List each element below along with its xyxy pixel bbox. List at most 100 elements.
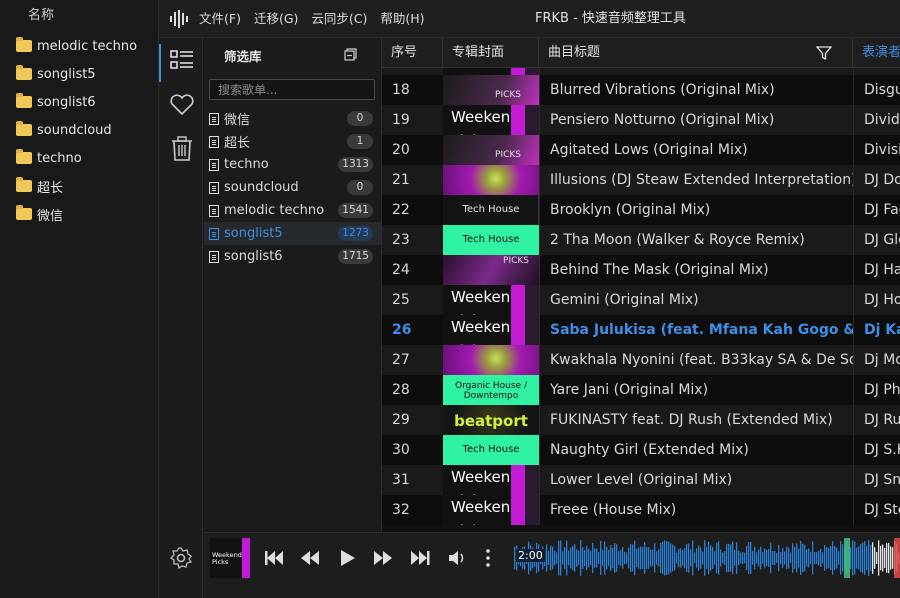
table-row[interactable]: 26 Weekend PicksSaba Julukisa (feat. Mfan… xyxy=(382,315,900,345)
col-header-cover[interactable]: 专辑封面 xyxy=(443,38,539,68)
table-row[interactable]: 22 Tech House Brooklyn (Original Mix) DJ Fa… xyxy=(382,195,900,225)
explorer-folder-item[interactable]: soundcloud xyxy=(0,116,158,144)
explorer-folder-item[interactable]: 超长 xyxy=(0,172,158,200)
waveform-bar xyxy=(708,541,710,575)
volume-icon[interactable] xyxy=(446,547,468,569)
filter-icon[interactable] xyxy=(816,45,832,61)
table-row[interactable]: 30 Tech House Naughty Girl (Extended Mix) D… xyxy=(382,435,900,465)
row-number: 31 xyxy=(392,472,410,488)
table-row[interactable]: 20 PICKS Agitated Lows (Original Mix) Divis… xyxy=(382,135,900,165)
col-header-number[interactable]: 序号 xyxy=(382,38,443,68)
waveform-bar xyxy=(622,547,624,569)
menu-cloud-sync[interactable]: 云同步(C) xyxy=(311,0,367,38)
waveform-bar xyxy=(802,543,804,573)
waveform-bar xyxy=(794,547,796,569)
explorer-folder-item[interactable]: songlist5 xyxy=(0,60,158,88)
waveform-bar xyxy=(730,544,732,572)
col-header-artist[interactable]: 表演者 xyxy=(853,38,900,68)
waveform-bar xyxy=(714,551,716,565)
waveform-bar xyxy=(744,552,746,564)
file-explorer-panel: 名称 melodic techno songlist5 songlist6 so… xyxy=(0,0,158,598)
table-row[interactable]: 29 beatport FUKINASTY feat. DJ Rush (Exten… xyxy=(382,405,900,435)
explorer-folder-item[interactable]: 微信 xyxy=(0,200,158,228)
playlist-item[interactable]: soundcloud 0 xyxy=(204,176,381,199)
waveform-bar xyxy=(580,540,582,576)
playlist-count-badge: 1 xyxy=(347,134,373,149)
playlist-item-selected[interactable]: songlist5 1273 xyxy=(204,222,381,245)
library-list-icon[interactable] xyxy=(169,48,195,74)
album-cover-label: Tech House xyxy=(462,204,520,215)
waveform-bar xyxy=(856,547,858,569)
settings-icon[interactable] xyxy=(169,546,193,570)
waveform-bar xyxy=(666,540,668,576)
playlist-search-input[interactable] xyxy=(209,79,375,100)
waveform-bar xyxy=(798,548,800,568)
cover-stripe xyxy=(242,538,250,578)
fast-forward-icon[interactable] xyxy=(372,547,394,569)
waveform-bar xyxy=(654,543,656,573)
track-artist: DJ Gle xyxy=(853,225,900,255)
table-row[interactable]: 19 Weekend PicksPensiero Notturno (Origin… xyxy=(382,105,900,135)
explorer-folder-item[interactable]: songlist6 xyxy=(0,88,158,116)
folder-icon xyxy=(16,37,32,52)
track-title: Yare Jani (Original Mix) xyxy=(539,375,853,405)
play-icon[interactable] xyxy=(336,547,358,569)
menu-file[interactable]: 文件(F) xyxy=(199,0,241,38)
track-artist: DJ Ho xyxy=(853,285,900,315)
table-row[interactable]: 31 Weekend PicksLower Level (Original Mix… xyxy=(382,465,900,495)
waveform-bar xyxy=(636,548,638,568)
col-header-title[interactable]: 曲目标题 xyxy=(539,38,853,68)
waveform-bar xyxy=(684,547,686,569)
waveform-bar xyxy=(700,547,702,569)
explorer-name-header[interactable]: 名称 xyxy=(0,0,158,32)
waveform-progress[interactable] xyxy=(514,538,900,578)
table-row[interactable]: 21 Illusions (DJ Steaw Extended Interpret… xyxy=(382,165,900,195)
menu-migrate[interactable]: 迁移(G) xyxy=(254,0,298,38)
playlist-item[interactable]: 超长 1 xyxy=(204,130,381,153)
table-row[interactable]: 23 Tech House 2 Tha Moon (Walker & Royce R… xyxy=(382,225,900,255)
explorer-folder-item[interactable]: melodic techno xyxy=(0,32,158,60)
table-row[interactable]: 18 PICKS Blurred Vibrations (Original Mix)… xyxy=(382,75,900,105)
heart-icon[interactable] xyxy=(169,92,195,118)
album-cover: Weekend Picks xyxy=(443,105,539,135)
playlist-count-badge: 1715 xyxy=(338,249,373,264)
next-track-icon[interactable] xyxy=(409,547,431,569)
playlist-item[interactable]: 微信 0 xyxy=(204,107,381,130)
table-row[interactable]: 27 Kwakhala Nyonini (feat. B33kay SA & De… xyxy=(382,345,900,375)
folder-icon xyxy=(16,93,32,108)
cover-stripe xyxy=(525,465,539,495)
playlist-name: songlist5 xyxy=(224,226,283,241)
table-row[interactable]: 28 Organic House / Downtempo Yare Jani (Or… xyxy=(382,375,900,405)
waveform-bar xyxy=(854,541,856,575)
title-bar: 文件(F) 迁移(G) 云同步(C) 帮助(H) FRKB - 快速音频整理工具 xyxy=(159,0,900,38)
table-row[interactable]: 32 Weekend PicksFreee (House Mix)DJ Ste xyxy=(382,495,900,525)
rewind-icon[interactable] xyxy=(299,547,321,569)
waveform-bar xyxy=(562,551,564,565)
row-number: 18 xyxy=(392,82,410,98)
explorer-folder-item[interactable]: techno xyxy=(0,144,158,172)
collapse-all-icon[interactable] xyxy=(344,48,357,61)
track-title: Saba Julukisa (feat. Mfana Kah Gogo & Sp… xyxy=(539,315,853,345)
trash-icon[interactable] xyxy=(169,136,195,162)
folder-icon xyxy=(16,65,32,80)
table-row[interactable]: 25 Weekend PicksGemini (Original Mix)DJ H… xyxy=(382,285,900,315)
waveform-bar xyxy=(566,540,568,576)
waveform-bar xyxy=(816,552,818,564)
playlist-item[interactable]: melodic techno 1541 xyxy=(204,199,381,222)
playlist-item[interactable]: songlist6 1715 xyxy=(204,245,381,268)
waveform-bar xyxy=(740,552,742,564)
playlist-count-badge: 1273 xyxy=(338,226,373,241)
table-row[interactable]: 24 PICKS Behind The Mask (Original Mix) DJ … xyxy=(382,255,900,285)
menu-help[interactable]: 帮助(H) xyxy=(380,0,424,38)
folder-icon xyxy=(16,149,32,164)
album-cover-label: PICKS xyxy=(495,150,521,160)
waveform-bar xyxy=(822,552,824,564)
track-artist: DJ Ste xyxy=(853,495,900,525)
prev-track-icon[interactable] xyxy=(263,547,285,569)
active-indicator xyxy=(159,44,161,82)
playlist-icon xyxy=(209,204,219,217)
waveform-bar xyxy=(570,547,572,569)
row-number: 22 xyxy=(392,202,410,218)
more-icon[interactable] xyxy=(483,547,493,569)
playlist-item[interactable]: techno 1313 xyxy=(204,153,381,176)
